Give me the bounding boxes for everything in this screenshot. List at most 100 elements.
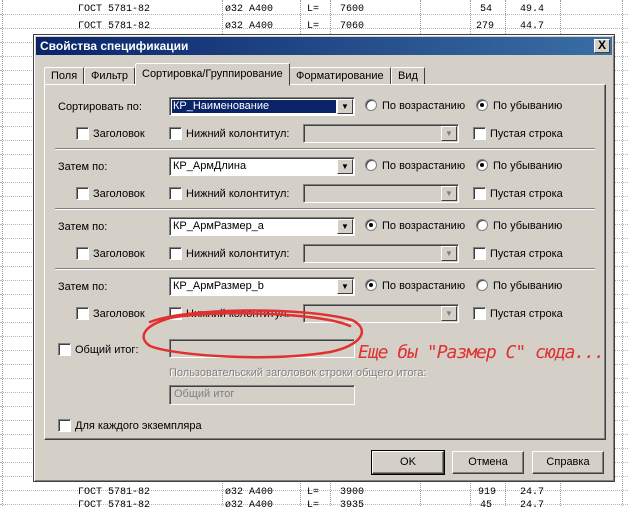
tab-formatting[interactable]: Форматирование (289, 67, 391, 85)
blank-line-label: Пустая строка (490, 308, 563, 320)
footer-label: Нижний колонтитул: (186, 248, 290, 260)
footer-checkbox[interactable] (169, 247, 182, 260)
close-button[interactable]: X (594, 39, 610, 53)
sorting-grouping-panel: Сортировать по: КР_Наименование ▼ По воз… (44, 84, 606, 440)
sort-field-dropdown[interactable]: КР_АрмРазмер_b ▼ (169, 277, 355, 296)
chevron-down-icon[interactable]: ▼ (337, 159, 353, 174)
sort-by-label: Сортировать по: (58, 101, 142, 113)
descending-radio[interactable] (476, 279, 488, 291)
tab-filter[interactable]: Фильтр (84, 67, 135, 85)
ascending-radio[interactable] (365, 159, 377, 171)
blank-line-checkbox[interactable] (473, 307, 486, 320)
grand-total-dropdown[interactable] (169, 339, 355, 358)
sheet-cell-length: 3900 (340, 487, 365, 498)
each-instance-checkbox[interactable] (58, 419, 71, 432)
sheet-cell-l: L= (307, 500, 320, 511)
grid-line (622, 0, 623, 506)
specification-properties-dialog: Свойства спецификации X Поля Фильтр Сорт… (33, 34, 615, 482)
sheet-cell-mass: 24.7 (520, 487, 545, 498)
footer-dropdown[interactable]: ▼ (303, 244, 459, 263)
dialog-titlebar[interactable]: Свойства спецификации X (36, 37, 612, 55)
sort-field-value: КР_АрмРазмер_b (173, 280, 264, 292)
each-instance-label: Для каждого экземпляра (75, 420, 202, 432)
chevron-down-icon[interactable]: ▼ (441, 306, 457, 321)
header-checkbox[interactable] (76, 247, 89, 260)
chevron-down-icon[interactable]: ▼ (441, 186, 457, 201)
descending-label: По убыванию (493, 100, 563, 112)
sheet-cell-mass: 24.7 (520, 500, 545, 511)
descending-label: По убыванию (493, 160, 563, 172)
descending-label: По убыванию (493, 280, 563, 292)
group-divider (55, 268, 595, 270)
chevron-down-icon[interactable]: ▼ (441, 246, 457, 261)
sheet-cell-count: 54 (480, 4, 493, 15)
chevron-down-icon[interactable]: ▼ (337, 99, 353, 114)
tab-view[interactable]: Вид (391, 67, 425, 85)
sheet-cell-gost: ГОСТ 5781-82 (78, 487, 151, 498)
ascending-radio[interactable] (365, 99, 377, 111)
sheet-cell-count: 45 (480, 500, 493, 511)
sheet-cell-length: 7600 (340, 4, 365, 15)
grand-total-checkbox[interactable] (58, 343, 71, 356)
header-checkbox[interactable] (76, 307, 89, 320)
header-label: Заголовок (93, 128, 145, 140)
chevron-down-icon[interactable]: ▼ (337, 279, 353, 294)
sort-field-dropdown[interactable]: КР_Наименование ▼ (169, 97, 355, 116)
sheet-cell-gost: ГОСТ 5781-82 (78, 4, 151, 15)
annotation-text: Еще бы "Размер С" сюда... (358, 342, 605, 363)
tab-fields[interactable]: Поля (44, 67, 85, 85)
descending-radio[interactable] (476, 99, 488, 111)
footer-checkbox[interactable] (169, 307, 182, 320)
footer-checkbox[interactable] (169, 127, 182, 140)
help-button[interactable]: Справка (532, 451, 604, 474)
blank-line-checkbox[interactable] (473, 127, 486, 140)
then-by-label: Затем по: (58, 161, 108, 173)
blank-line-checkbox[interactable] (473, 187, 486, 200)
footer-dropdown[interactable]: ▼ (303, 184, 459, 203)
grand-total-value (172, 342, 336, 355)
header-label: Заголовок (93, 308, 145, 320)
sheet-row: ГОСТ 5781-82 ø32 A400 L= 7600 54 49.4 (0, 3, 628, 17)
sheet-cell-gost: ГОСТ 5781-82 (78, 500, 151, 511)
sheet-cell-l: L= (307, 4, 320, 15)
ascending-radio[interactable] (365, 279, 377, 291)
sort-field-dropdown[interactable]: КР_АрмРазмер_а ▼ (169, 217, 355, 236)
ascending-label: По возрастанию (382, 280, 466, 292)
header-checkbox[interactable] (76, 127, 89, 140)
descending-radio[interactable] (476, 159, 488, 171)
sheet-row: ГОСТ 5781-82 ø32 A400 L= 3900 919 24.7 (0, 486, 628, 500)
sort-field-dropdown[interactable]: КР_АрмДлина ▼ (169, 157, 355, 176)
descending-radio[interactable] (476, 219, 488, 231)
sheet-cell-mass: 44.7 (520, 21, 545, 32)
footer-dropdown[interactable]: ▼ (303, 304, 459, 323)
sheet-cell-l: L= (307, 21, 320, 32)
header-label: Заголовок (93, 188, 145, 200)
sheet-cell-profile: ø32 A400 (225, 21, 274, 32)
tab-sorting-grouping[interactable]: Сортировка/Группирование (135, 63, 290, 86)
footer-dropdown[interactable]: ▼ (303, 124, 459, 143)
sort-field-value: КР_Наименование (172, 100, 336, 113)
blank-line-checkbox[interactable] (473, 247, 486, 260)
custom-title-input[interactable]: Общий итог (169, 385, 355, 405)
footer-checkbox[interactable] (169, 187, 182, 200)
ascending-label: По возрастанию (382, 220, 466, 232)
sheet-cell-length: 7060 (340, 21, 365, 32)
chevron-down-icon[interactable]: ▼ (337, 219, 353, 234)
sheet-row: ГОСТ 5781-82 ø32 A400 L= 3935 45 24.7 (0, 499, 628, 513)
ok-button[interactable]: OK (371, 450, 445, 475)
ascending-label: По возрастанию (382, 100, 466, 112)
ascending-radio[interactable] (365, 219, 377, 231)
descending-label: По убыванию (493, 220, 563, 232)
sort-field-value: КР_АрмДлина (173, 160, 247, 172)
header-label: Заголовок (93, 248, 145, 260)
blank-line-label: Пустая строка (490, 128, 563, 140)
chevron-down-icon[interactable]: ▼ (441, 126, 457, 141)
cancel-button[interactable]: Отмена (452, 451, 524, 474)
header-checkbox[interactable] (76, 187, 89, 200)
sort-field-value: КР_АрмРазмер_а (173, 220, 264, 232)
grand-total-label: Общий итог: (75, 344, 139, 356)
footer-label: Нижний колонтитул: (186, 188, 290, 200)
sheet-cell-count: 919 (478, 487, 497, 498)
sheet-cell-mass: 49.4 (520, 4, 545, 15)
sheet-cell-l: L= (307, 487, 320, 498)
